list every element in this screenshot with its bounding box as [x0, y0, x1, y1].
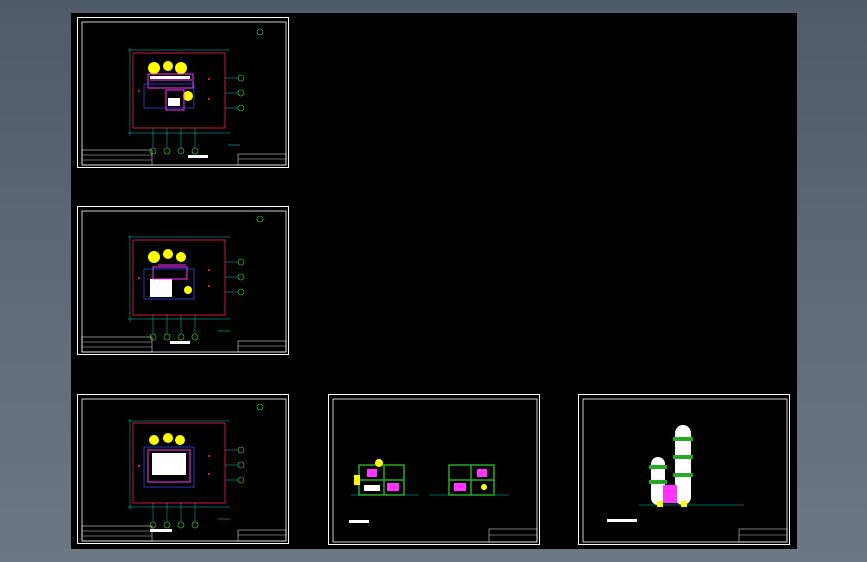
sheet-2-floor-plan[interactable]	[77, 206, 289, 355]
sheet-1-floor-plan[interactable]	[77, 17, 289, 168]
sheet-3-drawing	[81, 398, 287, 542]
sheet-4-drawing	[332, 398, 538, 543]
sheet-4-sections[interactable]	[328, 394, 540, 545]
sheet-5-elevation[interactable]	[578, 394, 790, 545]
sheet-1-drawing	[81, 21, 287, 166]
sheet-5-drawing	[582, 398, 788, 543]
sheet-2-drawing	[81, 210, 287, 353]
drawing-model-space[interactable]	[71, 13, 797, 549]
sheet-3-floor-plan[interactable]	[77, 394, 289, 544]
